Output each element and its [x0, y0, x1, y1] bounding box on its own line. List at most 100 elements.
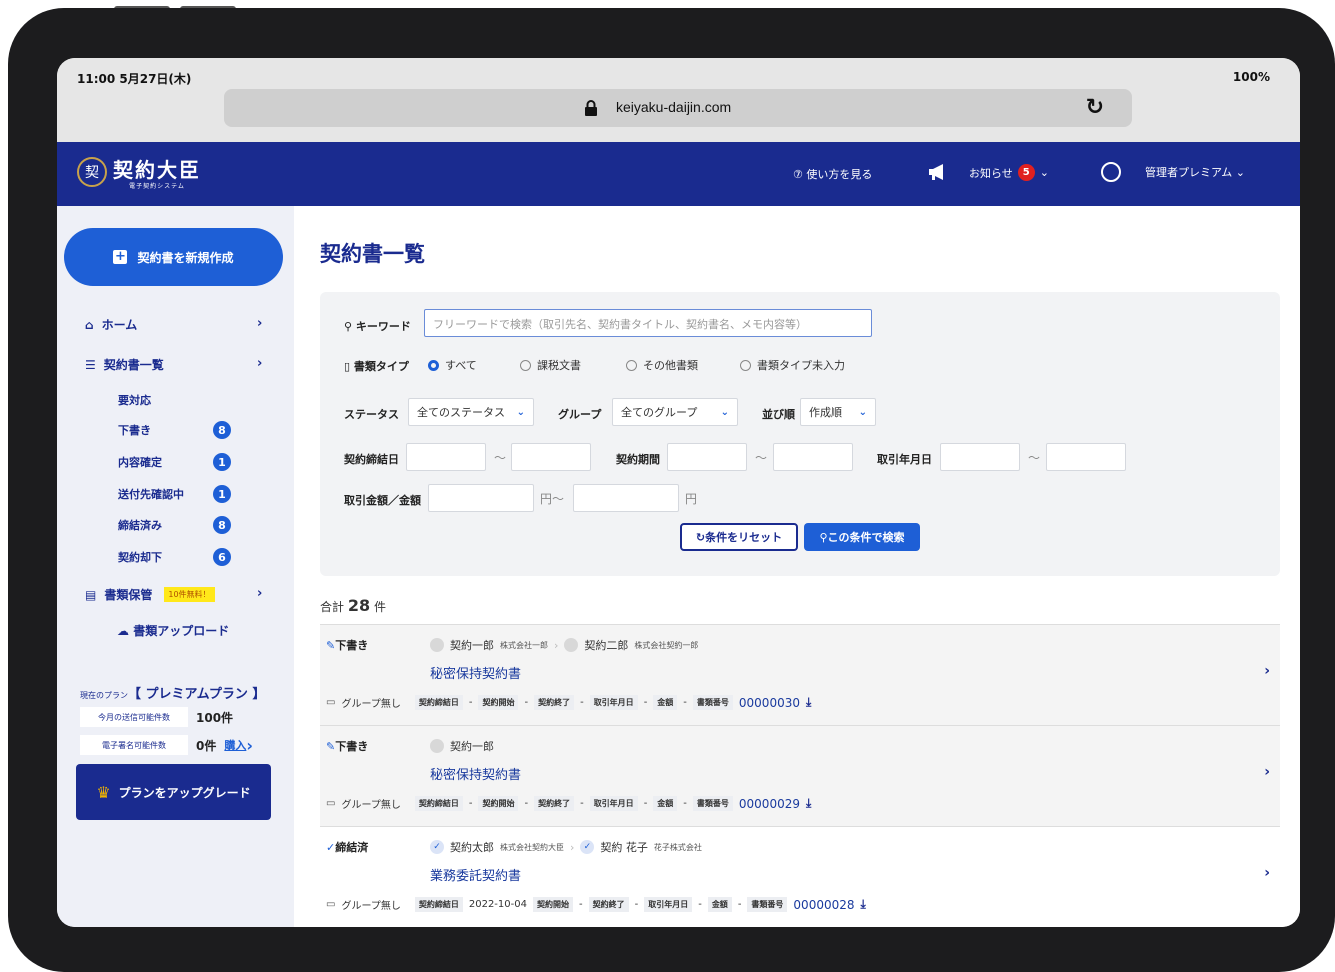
trade-date-to[interactable]: [1046, 443, 1126, 471]
doctype-radio-all[interactable]: すべて: [428, 357, 477, 373]
contract-row[interactable]: ✓締結済 ✓ 契約太郎 株式会社契約大臣 › ✓ 契約 花子 花子株式会社 業務…: [320, 826, 1280, 927]
meta-value: -: [643, 798, 648, 809]
sign-date-from[interactable]: [406, 443, 486, 471]
keyword-label-text: キーワード: [355, 320, 411, 333]
plan-prefix: 現在のプラン: [80, 691, 128, 700]
download-icon[interactable]: ⤓: [806, 695, 811, 710]
sign-quota: 電子署名可能件数 0件 購入 ›: [80, 734, 258, 756]
sidebar-sub-item[interactable]: 契約却下: [118, 549, 162, 565]
download-icon[interactable]: ⤓: [861, 897, 866, 912]
chevron-down-icon: ⌄: [720, 406, 729, 418]
reset-filters-button[interactable]: ↻ 条件をリセット: [680, 523, 798, 551]
main-content: 契約書一覧 ⚲ キーワード フリーワードで検索（取引先名、契約書タイトル、契約書…: [294, 206, 1300, 927]
meta-value: -: [468, 798, 473, 809]
contract-row[interactable]: ✎下書き 契約一郎 株式会社一郎 › 契約二郎 株式会社契約一郎 秘密保持契約書…: [320, 624, 1280, 725]
sidebar-item-label: ホーム: [101, 318, 138, 332]
period-from[interactable]: [667, 443, 747, 471]
count-badge: 6: [213, 548, 231, 566]
address-bar[interactable]: keiyaku-daijin.com ↻: [224, 89, 1132, 127]
party-status-icon: [564, 638, 579, 652]
notice-count-badge: 5: [1017, 164, 1035, 181]
sidebar-sub-item[interactable]: 要対応: [118, 392, 151, 408]
app-logo[interactable]: 契 契約大臣 電子契約システム: [77, 154, 201, 190]
buy-link[interactable]: 購入: [224, 737, 246, 753]
megaphone-icon[interactable]: [927, 162, 949, 182]
send-quota-value: 100件: [196, 710, 234, 725]
contract-title[interactable]: 秘密保持契約書: [430, 663, 521, 682]
check-circle-icon: ✓: [430, 840, 444, 854]
amount-from[interactable]: [428, 484, 534, 512]
sidebar-sub-item[interactable]: 下書き: [118, 422, 151, 438]
notice-menu[interactable]: お知らせ 5 ⌄: [969, 164, 1049, 181]
sort-select[interactable]: 作成順 ⌄: [800, 398, 876, 426]
chevron-right-icon[interactable]: ›: [1264, 663, 1270, 679]
group-select[interactable]: 全てのグループ ⌄: [612, 398, 738, 426]
folder-icon: ▭: [326, 697, 336, 708]
send-quota-label: 今月の送信可能件数: [80, 707, 188, 727]
help-link[interactable]: ⑦ 使い方を見る: [793, 166, 872, 182]
chevron-right-icon[interactable]: ›: [1264, 764, 1270, 780]
sidebar-item-home[interactable]: ⌂ ホーム: [85, 316, 137, 333]
meta-value: -: [698, 899, 702, 910]
archive-icon: ▤: [85, 587, 97, 602]
trade-date-from[interactable]: [940, 443, 1020, 471]
party-company: 株式会社契約一郎: [634, 640, 699, 650]
radio-selected-icon: [428, 359, 439, 371]
party-name: 契約 花子: [600, 841, 648, 854]
yen-range-separator: 円～: [540, 492, 565, 506]
user-menu[interactable]: 管理者プレミアム ⌄: [1145, 164, 1245, 180]
doctype-radio-none[interactable]: 書類タイプ未入力: [740, 357, 845, 373]
chevron-right-icon[interactable]: ›: [257, 316, 262, 331]
total-prefix: 合計: [320, 600, 345, 614]
chevron-down-icon: ⌄: [1235, 166, 1245, 179]
period-to[interactable]: [773, 443, 853, 471]
new-contract-button[interactable]: + 契約書を新規作成: [64, 228, 283, 286]
status-badge: ✓締結済: [326, 839, 368, 855]
sidebar-item-storage[interactable]: ▤ 書類保管 10件無料！: [85, 586, 215, 603]
download-icon[interactable]: ⤓: [806, 796, 811, 811]
page-title: 契約書一覧: [320, 242, 425, 266]
chevron-down-icon: ⌄: [1039, 166, 1049, 179]
sidebar-sub-item[interactable]: 送付先確認中: [118, 486, 184, 502]
total-count: 合計 28 件: [320, 596, 386, 615]
doctype-radio-other[interactable]: その他書類: [626, 357, 698, 373]
sidebar-sub-item[interactable]: 締結済み: [118, 517, 162, 533]
reload-icon[interactable]: ↻: [1086, 95, 1104, 120]
upload-link[interactable]: ☁ 書類アップロード: [117, 622, 229, 639]
contract-title[interactable]: 秘密保持契約書: [430, 764, 521, 783]
meta-tag: 契約締結日: [414, 796, 463, 811]
total-number: 28: [347, 596, 371, 615]
plus-icon: +: [113, 249, 128, 264]
radio-icon: [740, 359, 751, 371]
sign-date-to[interactable]: [511, 443, 591, 471]
contract-title[interactable]: 業務委託契約書: [430, 865, 521, 884]
amount-to[interactable]: [573, 484, 679, 512]
upgrade-plan-button[interactable]: ♛ プランをアップグレード: [76, 764, 271, 820]
document-icon: ▯: [344, 360, 351, 373]
status-select-value: 全てのステータス: [417, 406, 505, 419]
party-name: 契約一郎: [450, 639, 494, 652]
search-button[interactable]: ⚲ この条件で検索: [804, 523, 920, 551]
sidebar-item-contracts[interactable]: ☰ 契約書一覧: [85, 356, 164, 373]
contract-row[interactable]: ✎下書き 契約一郎 秘密保持契約書 ▭ グループ無し 契約締結日 - 契約開始 - 契…: [320, 725, 1280, 826]
meta-value: -: [578, 899, 583, 910]
chevron-right-icon[interactable]: ›: [257, 586, 262, 601]
party-status-icon: [430, 739, 444, 753]
radio-icon: [520, 359, 531, 371]
notice-label: お知らせ: [969, 166, 1013, 180]
chevron-right-icon[interactable]: ›: [1264, 865, 1270, 881]
folder-icon: ▭: [326, 798, 336, 809]
status-select[interactable]: 全てのステータス ⌄: [408, 398, 534, 426]
chevron-right-icon[interactable]: ›: [257, 356, 262, 371]
count-badge: 8: [213, 516, 231, 534]
doctype-label-text: 書類タイプ: [353, 360, 409, 373]
status-text: 下書き: [335, 740, 369, 753]
sign-quota-value: 0件: [196, 738, 217, 753]
user-icon[interactable]: [1101, 162, 1121, 182]
folder-icon: ▭: [326, 899, 336, 910]
keyword-input[interactable]: フリーワードで検索（取引先名、契約書タイトル、契約書名、メモ内容等）: [424, 309, 872, 337]
meta-tag: 契約締結日: [414, 897, 463, 912]
sort-select-value: 作成順: [809, 406, 842, 419]
doctype-radio-taxable[interactable]: 課税文書: [520, 357, 581, 373]
sidebar-sub-item[interactable]: 内容確定: [118, 454, 162, 470]
